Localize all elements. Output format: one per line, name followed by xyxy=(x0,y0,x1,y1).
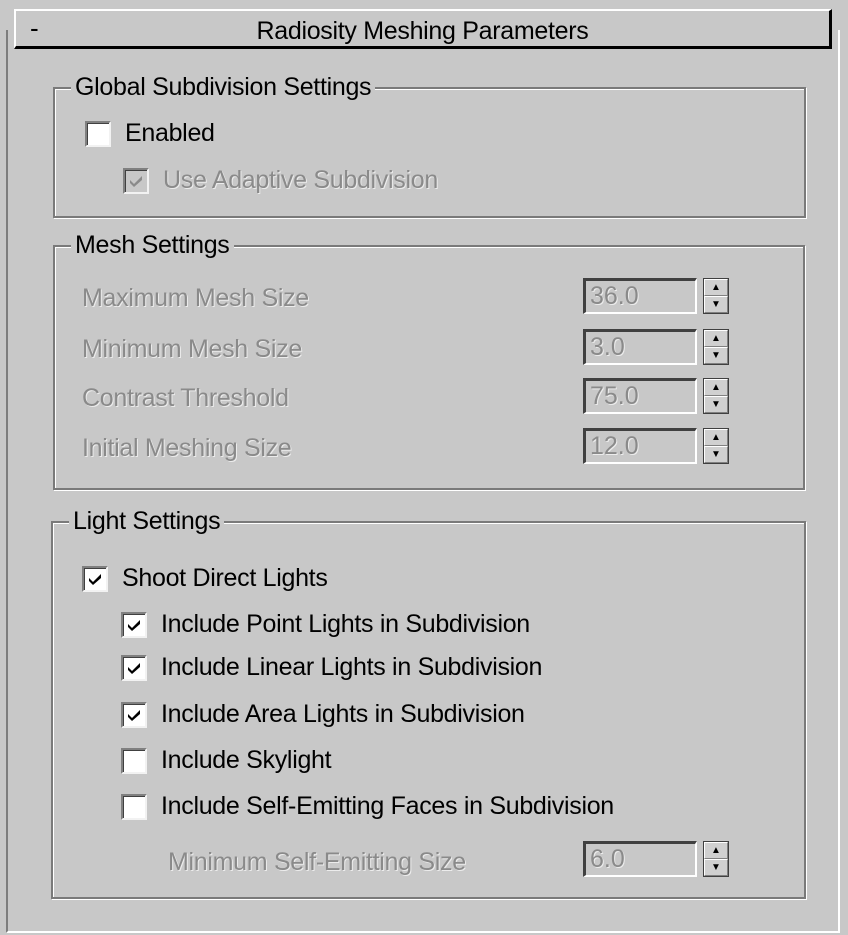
initial-meshing-size-input[interactable]: 12.0 xyxy=(583,428,697,464)
min-self-emitting-spinner[interactable]: 6.0 ▲ ▼ xyxy=(583,841,729,877)
include-self-emitting-label: Include Self-Emitting Faces in Subdivisi… xyxy=(161,792,614,820)
include-area-row[interactable]: Include Area Lights in Subdivision xyxy=(121,700,525,729)
include-linear-row[interactable]: Include Linear Lights in Subdivision xyxy=(121,653,542,682)
spinner-arrows[interactable]: ▲ ▼ xyxy=(703,841,729,877)
contrast-threshold-spinner[interactable]: 75.0 ▲ ▼ xyxy=(583,378,729,414)
spinner-down-arrow-icon[interactable]: ▼ xyxy=(704,446,728,463)
include-skylight-label: Include Skylight xyxy=(161,746,332,774)
checkmark-icon xyxy=(89,573,101,585)
min-self-emitting-label: Minimum Self-Emitting Size xyxy=(168,848,466,876)
min-mesh-size-spinner[interactable]: 3.0 ▲ ▼ xyxy=(583,329,729,365)
include-self-emitting-checkbox[interactable] xyxy=(121,793,147,820)
spinner-down-arrow-icon[interactable]: ▼ xyxy=(704,859,728,876)
contrast-threshold-input[interactable]: 75.0 xyxy=(583,378,697,414)
group-title: Light Settings xyxy=(69,506,225,536)
use-adaptive-checkbox[interactable] xyxy=(123,167,149,194)
max-mesh-size-spinner[interactable]: 36.0 ▲ ▼ xyxy=(583,278,729,314)
contrast-threshold-label: Contrast Threshold xyxy=(82,384,289,412)
spinner-up-arrow-icon[interactable]: ▲ xyxy=(704,429,728,446)
spinner-down-arrow-icon[interactable]: ▼ xyxy=(704,396,728,413)
shoot-direct-label: Shoot Direct Lights xyxy=(122,564,328,592)
include-skylight-checkbox[interactable] xyxy=(121,747,147,774)
enabled-checkbox-row[interactable]: Enabled xyxy=(85,119,215,148)
min-self-emitting-input[interactable]: 6.0 xyxy=(583,841,697,877)
use-adaptive-label: Use Adaptive Subdivision xyxy=(163,166,438,194)
initial-meshing-size-label: Initial Meshing Size xyxy=(82,434,292,462)
checkmark-icon xyxy=(128,662,140,674)
include-linear-label: Include Linear Lights in Subdivision xyxy=(161,653,543,681)
spinner-arrows[interactable]: ▲ ▼ xyxy=(703,428,729,464)
spinner-up-arrow-icon[interactable]: ▲ xyxy=(704,330,728,347)
group-title: Mesh Settings xyxy=(71,230,234,260)
spinner-up-arrow-icon[interactable]: ▲ xyxy=(704,279,728,296)
include-area-label: Include Area Lights in Subdivision xyxy=(161,700,525,728)
enabled-checkbox[interactable] xyxy=(85,120,111,147)
max-mesh-size-input[interactable]: 36.0 xyxy=(583,278,697,314)
min-mesh-size-label: Minimum Mesh Size xyxy=(82,335,302,363)
include-area-checkbox[interactable] xyxy=(121,701,147,728)
spinner-arrows[interactable]: ▲ ▼ xyxy=(703,378,729,414)
mesh-settings-group: Mesh Settings Maximum Mesh Size 36.0 ▲ ▼… xyxy=(53,230,805,490)
spinner-arrows[interactable]: ▲ ▼ xyxy=(703,329,729,365)
shoot-direct-row[interactable]: Shoot Direct Lights xyxy=(82,564,328,593)
spinner-up-arrow-icon[interactable]: ▲ xyxy=(704,379,728,396)
include-point-checkbox[interactable] xyxy=(121,611,147,638)
enabled-label: Enabled xyxy=(125,119,215,147)
include-linear-checkbox[interactable] xyxy=(121,654,147,681)
include-point-label: Include Point Lights in Subdivision xyxy=(161,610,530,638)
include-self-emitting-row[interactable]: Include Self-Emitting Faces in Subdivisi… xyxy=(121,792,614,821)
max-mesh-size-label: Maximum Mesh Size xyxy=(82,284,309,312)
spinner-arrows[interactable]: ▲ ▼ xyxy=(703,278,729,314)
shoot-direct-checkbox[interactable] xyxy=(82,565,108,592)
spinner-down-arrow-icon[interactable]: ▼ xyxy=(704,347,728,364)
initial-meshing-size-spinner[interactable]: 12.0 ▲ ▼ xyxy=(583,428,729,464)
spinner-down-arrow-icon[interactable]: ▼ xyxy=(704,296,728,313)
min-mesh-size-input[interactable]: 3.0 xyxy=(583,329,697,365)
spinner-up-arrow-icon[interactable]: ▲ xyxy=(704,842,728,859)
group-title: Global Subdivision Settings xyxy=(71,72,376,102)
light-settings-group: Light Settings Shoot Direct Lights Inclu… xyxy=(51,506,806,899)
checkmark-icon xyxy=(130,175,142,187)
checkmark-icon xyxy=(128,709,140,721)
use-adaptive-checkbox-row[interactable]: Use Adaptive Subdivision xyxy=(123,166,438,195)
rollout-title: Radiosity Meshing Parameters xyxy=(256,17,589,45)
global-subdivision-group: Global Subdivision Settings Enabled Use … xyxy=(53,72,806,218)
include-point-row[interactable]: Include Point Lights in Subdivision xyxy=(121,610,530,639)
checkmark-icon xyxy=(128,619,140,631)
rollout-header[interactable]: - Radiosity Meshing Parameters xyxy=(14,9,832,49)
include-skylight-row[interactable]: Include Skylight xyxy=(121,746,332,775)
